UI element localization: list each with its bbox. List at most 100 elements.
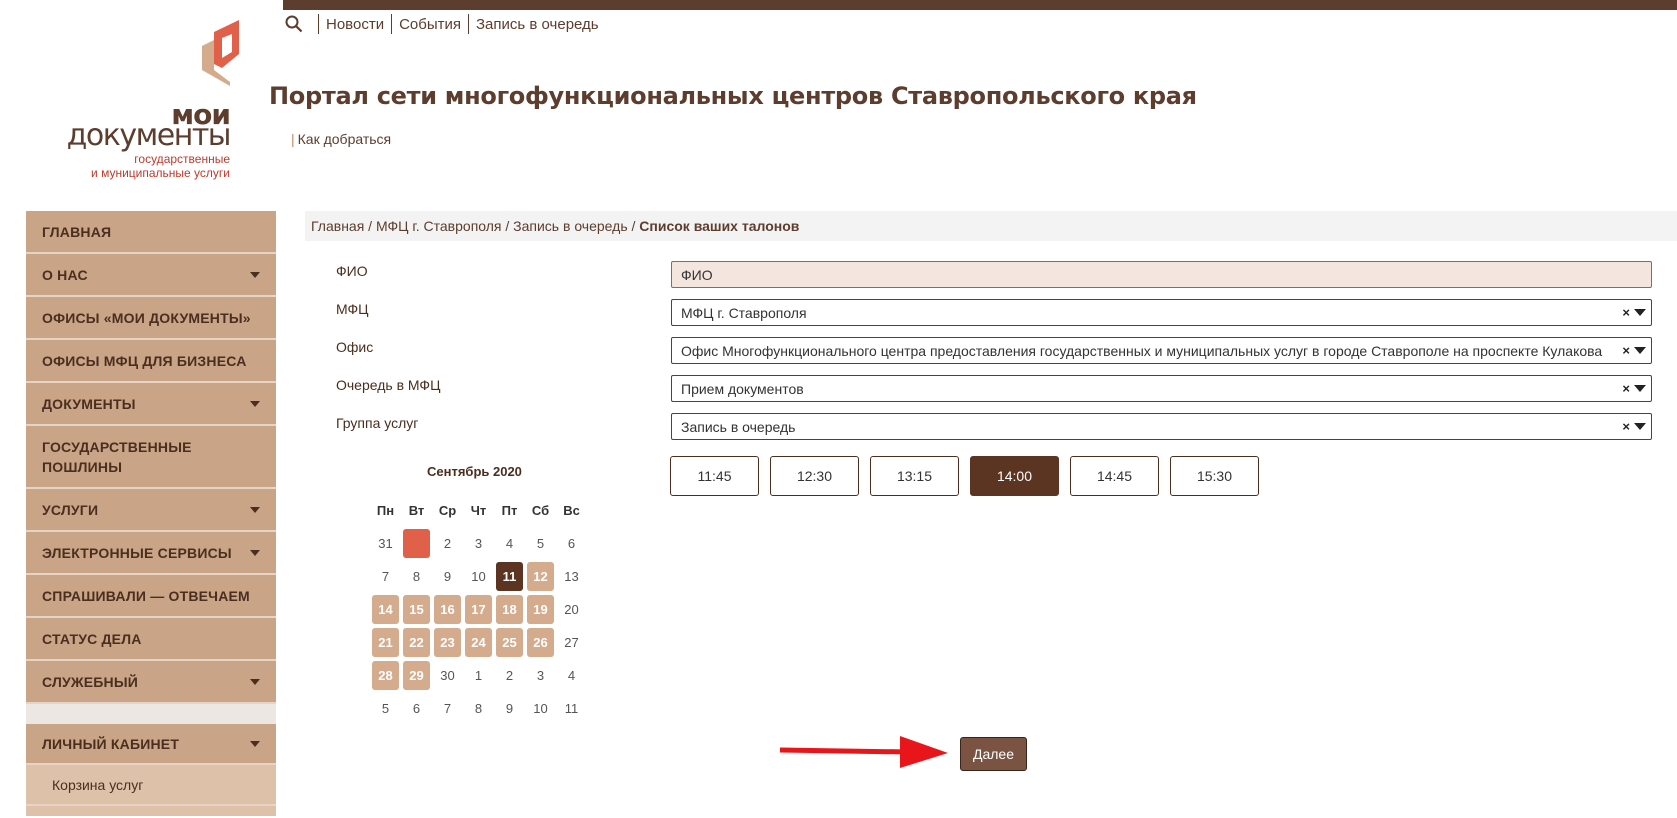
time-slot-button[interactable]: 14:45 xyxy=(1070,456,1159,496)
calendar-day-available[interactable]: 29 xyxy=(403,661,430,690)
sidebar-item-documents[interactable]: ДОКУМЕНТЫ xyxy=(26,383,276,426)
calendar-weeks: 31 1 2 3 4 5 6 7 8 9 10 11 12 13 14 15 16 17 18 19 20 21 22 23 2… xyxy=(370,527,587,725)
calendar-day: 8 xyxy=(412,569,421,584)
calendar-day-available[interactable]: 17 xyxy=(465,595,492,624)
calendar-day-available[interactable]: 22 xyxy=(403,628,430,657)
time-slot-selected[interactable]: 14:00 xyxy=(970,456,1059,496)
calendar-day-available[interactable]: 26 xyxy=(527,628,554,657)
sidebar-item-offices[interactable]: ОФИСЫ «МОИ ДОКУМЕНТЫ» xyxy=(26,297,276,340)
calendar-week-row: 5 6 7 8 9 10 11 xyxy=(370,692,587,725)
time-slot-button[interactable]: 13:15 xyxy=(870,456,959,496)
clear-icon[interactable]: × xyxy=(1622,381,1630,396)
search-icon[interactable] xyxy=(283,13,305,35)
calendar-day-available[interactable]: 21 xyxy=(372,628,399,657)
calendar-grid: Пн Вт Ср Чт Пт Сб Вс 31 1 2 3 4 5 6 7 8 9 10 11 12 13… xyxy=(370,494,587,725)
chevron-down-icon xyxy=(250,400,260,407)
chevron-down-icon xyxy=(250,678,260,685)
calendar-week-row: 28 29 30 1 2 3 4 xyxy=(370,659,587,692)
chevron-down-icon xyxy=(250,740,260,747)
sidebar-item-business-offices[interactable]: ОФИСЫ МФЦ ДЛЯ БИЗНЕСА xyxy=(26,340,276,383)
sidebar-item-case-status[interactable]: СТАТУС ДЕЛА xyxy=(26,618,276,661)
calendar-day: 8 xyxy=(474,701,483,716)
time-slots: 11:45 12:30 13:15 14:00 14:45 15:30 xyxy=(670,456,1259,496)
service-group-select[interactable]: Запись в очередь × xyxy=(671,413,1652,440)
weekday-label: Пт xyxy=(501,503,518,518)
calendar-week-row: 31 1 2 3 4 5 6 xyxy=(370,527,587,560)
nav-queue-link[interactable]: Запись в очередь xyxy=(476,16,599,33)
calendar-day: 7 xyxy=(443,701,452,716)
clear-icon[interactable]: × xyxy=(1622,419,1630,434)
mfc-label: МФЦ xyxy=(336,301,369,317)
calendar-week-row: 7 8 9 10 11 12 13 xyxy=(370,560,587,593)
calendar-week-row: 21 22 23 24 25 26 27 xyxy=(370,626,587,659)
calendar-day-available[interactable]: 18 xyxy=(496,595,523,624)
calendar-day: 13 xyxy=(564,569,579,584)
queue-select[interactable]: Прием документов × xyxy=(671,375,1652,402)
calendar-weekdays: Пн Вт Ср Чт Пт Сб Вс xyxy=(370,494,587,527)
calendar-day: 4 xyxy=(567,668,576,683)
calendar-day-available[interactable]: 24 xyxy=(465,628,492,657)
calendar-day: 9 xyxy=(505,701,514,716)
sidebar-item-e-services[interactable]: ЭЛЕКТРОННЫЕ СЕРВИСЫ xyxy=(26,532,276,575)
calendar-month-title: Сентябрь 2020 xyxy=(427,464,522,479)
calendar-day: 10 xyxy=(533,701,548,716)
logo-word-documents: документы xyxy=(66,118,232,153)
calendar-day-available[interactable]: 15 xyxy=(403,595,430,624)
service-group-label: Группа услуг xyxy=(336,415,419,431)
weekday-label: Пн xyxy=(376,503,395,518)
office-select[interactable]: Офис Многофункционального центра предост… xyxy=(671,337,1652,364)
sidebar-item-about[interactable]: О НАС xyxy=(26,254,276,297)
calendar-day-available[interactable]: 28 xyxy=(372,661,399,690)
clear-icon[interactable]: × xyxy=(1622,343,1630,358)
logo-emblem-icon xyxy=(202,20,239,86)
time-slot-button[interactable]: 15:30 xyxy=(1170,456,1259,496)
sidebar-item-main[interactable]: ГЛАВНАЯ xyxy=(26,211,276,254)
sidebar-item-faq[interactable]: СПРАШИВАЛИ — ОТВЕЧАЕМ xyxy=(26,575,276,618)
sidebar-spacer xyxy=(26,704,276,724)
calendar-day: 9 xyxy=(443,569,452,584)
breadcrumb: Главная / МФЦ г. Ставрополя / Запись в о… xyxy=(305,211,1677,241)
sidebar-item-services[interactable]: УСЛУГИ xyxy=(26,489,276,532)
nav-news-link[interactable]: Новости xyxy=(326,16,384,33)
sidebar-item-state-fees[interactable]: ГОСУДАРСТВЕННЫЕ ПОШЛИНЫ xyxy=(26,426,276,489)
weekday-label: Чт xyxy=(470,503,487,518)
calendar-day-available[interactable]: 23 xyxy=(434,628,461,657)
sidebar-menu: ГЛАВНАЯ О НАС ОФИСЫ «МОИ ДОКУМЕНТЫ» ОФИС… xyxy=(26,211,276,816)
how-to-get-link[interactable]: | Как добраться xyxy=(291,131,391,147)
calendar-day: 1 xyxy=(474,668,483,683)
weekday-label: Вт xyxy=(408,503,425,518)
sidebar-item-account[interactable]: ЛИЧНЫЙ КАБИНЕТ xyxy=(26,724,276,765)
sidebar-subitem-cart[interactable]: Корзина услуг xyxy=(26,765,276,806)
dropdown-arrow-icon[interactable] xyxy=(1634,423,1646,430)
nav-events-link[interactable]: События xyxy=(399,16,461,33)
calendar-day: 5 xyxy=(536,536,545,551)
office-label: Офис xyxy=(336,339,374,355)
sidebar-item-service[interactable]: СЛУЖЕБНЫЙ xyxy=(26,661,276,704)
calendar-day: 2 xyxy=(505,668,514,683)
calendar-day-available[interactable]: 19 xyxy=(527,595,554,624)
calendar-day-available[interactable]: 25 xyxy=(496,628,523,657)
calendar-day-selected[interactable]: 11 xyxy=(496,562,523,591)
queue-label: Очередь в МФЦ xyxy=(336,377,441,393)
calendar-day-available[interactable]: 12 xyxy=(527,562,554,591)
calendar-day: 30 xyxy=(440,668,455,683)
portal-title: Портал сети многофункциональных центров … xyxy=(269,82,1197,110)
chevron-down-icon xyxy=(250,549,260,556)
logo-tagline: государственные и муниципальные услуги xyxy=(91,152,230,180)
time-slot-button[interactable]: 12:30 xyxy=(770,456,859,496)
mfc-select[interactable]: МФЦ г. Ставрополя × xyxy=(671,299,1652,326)
site-logo[interactable]: мои документы государственные и муниципа… xyxy=(55,18,260,180)
dropdown-arrow-icon[interactable] xyxy=(1634,385,1646,392)
time-slot-button[interactable]: 11:45 xyxy=(670,456,759,496)
calendar-day-available[interactable]: 16 xyxy=(434,595,461,624)
dropdown-arrow-icon[interactable] xyxy=(1634,347,1646,354)
fio-field[interactable]: ФИО xyxy=(671,261,1652,288)
calendar-day-available[interactable]: 14 xyxy=(372,595,399,624)
weekday-label: Вс xyxy=(563,503,580,518)
dropdown-arrow-icon[interactable] xyxy=(1634,309,1646,316)
calendar-day: 3 xyxy=(536,668,545,683)
breadcrumb-path[interactable]: Главная / МФЦ г. Ставрополя / Запись в о… xyxy=(311,218,639,234)
calendar-day-today: 1 xyxy=(403,529,430,558)
clear-icon[interactable]: × xyxy=(1622,305,1630,320)
next-button[interactable]: Далее xyxy=(960,737,1027,771)
